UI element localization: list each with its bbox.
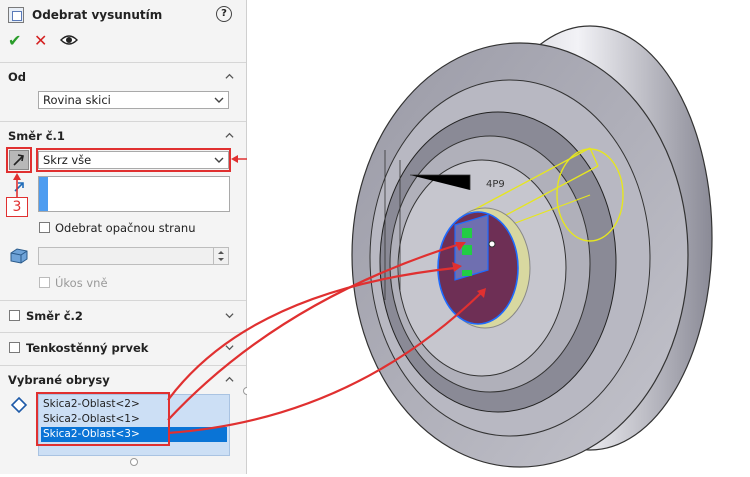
annotation-arrows xyxy=(167,242,486,435)
